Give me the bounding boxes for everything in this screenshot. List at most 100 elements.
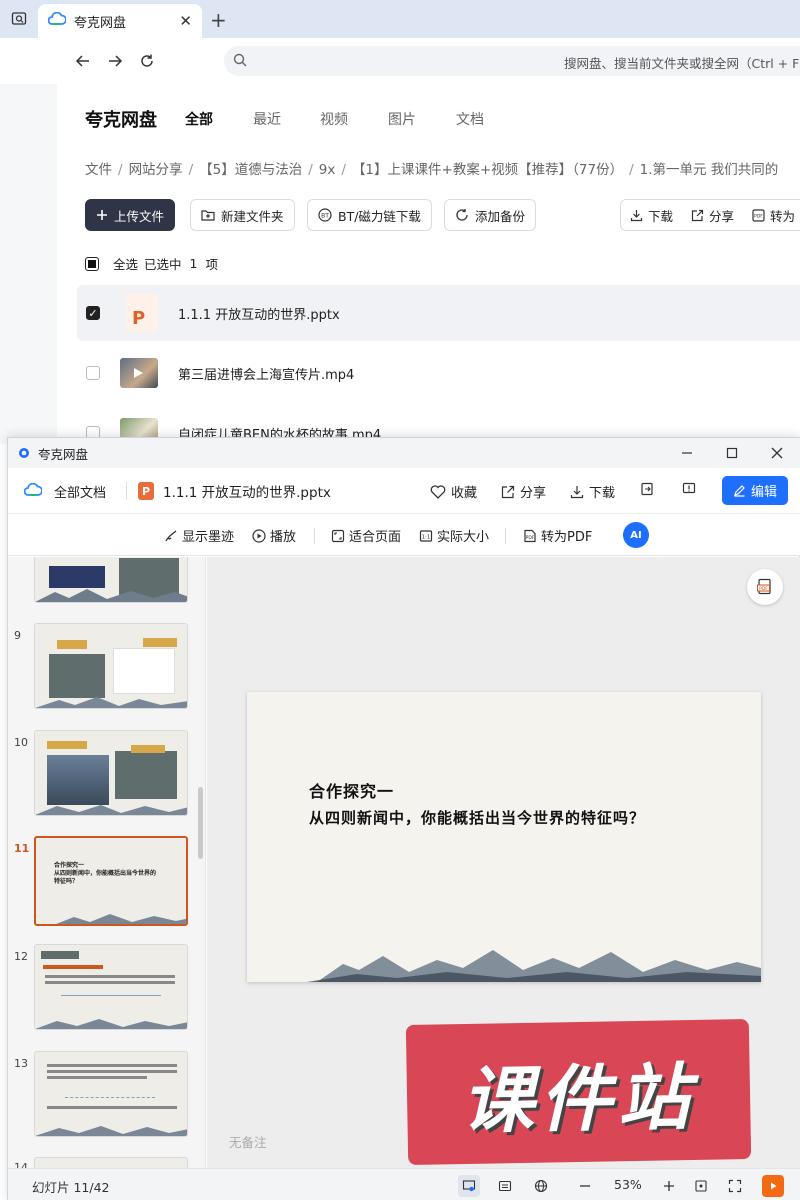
drive-main: 夸克网盘 全部 最近 视频 图片 文档 文件 / 网站分享 / 【5】道德与法治/9x /…: [57, 84, 800, 448]
download-label: 下载: [589, 486, 616, 501]
select-all-label[interactable]: 全选: [113, 254, 138, 273]
actual-size-label: 实际大小: [437, 530, 490, 545]
maximize-icon[interactable]: [721, 442, 743, 464]
svg-text:BT: BT: [321, 213, 329, 220]
download-icon: [570, 485, 584, 499]
add-backup-label: 添加备份: [475, 208, 526, 224]
tab-video[interactable]: 视频: [320, 109, 348, 129]
svg-text:PDF: PDF: [754, 213, 763, 219]
share-button[interactable]: 分享: [501, 482, 546, 501]
share-action[interactable]: 分享: [682, 206, 743, 225]
slide-thumbnail[interactable]: [34, 557, 188, 603]
file-row[interactable]: 第三届进博会上海宣传片.mp4: [77, 345, 800, 401]
slide-thumbnail[interactable]: [34, 730, 188, 816]
convert-pdf-button[interactable]: PDF 转为PDF: [523, 526, 592, 545]
quark-logo-icon: [18, 444, 30, 463]
breadcrumb-item[interactable]: 网站分享: [129, 162, 183, 178]
breadcrumb-item[interactable]: 文件: [85, 162, 112, 178]
add-backup-button[interactable]: 添加备份: [444, 199, 537, 231]
share-label: 分享: [520, 486, 547, 501]
fit-screen-icon[interactable]: [690, 1175, 712, 1197]
play-button[interactable]: 播放: [252, 526, 296, 545]
selected-unit: 项: [205, 257, 218, 272]
sync-icon: [455, 208, 469, 222]
thumb-text: 合作探究一 从四则新闻中，你能概括出当今世界的 特征吗？: [54, 862, 157, 885]
heart-icon: [430, 484, 446, 499]
upload-button[interactable]: 上传文件: [85, 199, 176, 231]
normal-view-icon[interactable]: [458, 1175, 480, 1197]
actual-size-button[interactable]: 1:1 实际大小: [419, 526, 489, 545]
export-icon[interactable]: [640, 482, 654, 496]
actual-size-icon: 1:1: [419, 529, 433, 543]
thumbnail-scrollbar[interactable]: [198, 787, 203, 859]
bt-download-button[interactable]: BT BT/磁力链下载: [307, 199, 432, 231]
header-divider: [126, 482, 127, 500]
slide-thumbnail[interactable]: [34, 944, 188, 1030]
fit-page-button[interactable]: 适合页面: [331, 526, 401, 545]
svg-text:PDF: PDF: [759, 586, 768, 592]
selected-label: 已选中: [144, 257, 182, 272]
notes-view-icon[interactable]: [494, 1175, 516, 1197]
address-search-input[interactable]: 搜网盘、搜当前文件夹或搜全网（Ctrl + F: [224, 46, 800, 76]
forward-arrow-icon[interactable]: [102, 48, 128, 74]
ppt-icon: P: [138, 482, 154, 500]
file-checkbox[interactable]: ✓: [86, 306, 100, 320]
new-folder-button[interactable]: 新建文件夹: [190, 199, 295, 231]
select-all-checkbox[interactable]: [85, 256, 99, 271]
show-ink-button[interactable]: 显示墨迹: [164, 526, 234, 545]
tab-image[interactable]: 图片: [388, 109, 416, 129]
download-button[interactable]: 下载: [570, 482, 615, 501]
play-label: 播放: [270, 530, 297, 545]
slide-number: 13: [14, 1057, 28, 1070]
file-row[interactable]: ✓ P 1.1.1 开放互动的世界.pptx: [77, 285, 800, 341]
download-icon: [630, 209, 643, 222]
tab-recent[interactable]: 最近: [253, 109, 281, 129]
download-label: 下载: [648, 208, 674, 224]
favorite-button[interactable]: 收藏: [430, 482, 477, 501]
file-checkbox[interactable]: [86, 366, 100, 380]
edit-label: 编辑: [750, 485, 777, 500]
slide-number: 9: [14, 629, 21, 642]
fullscreen-icon[interactable]: [724, 1175, 746, 1197]
tab-all[interactable]: 全部: [185, 109, 213, 129]
svg-text:1:1: 1:1: [422, 534, 431, 540]
ai-assistant-icon[interactable]: AI: [623, 522, 649, 548]
close-tab-icon[interactable]: ✕: [179, 12, 192, 30]
feedback-icon[interactable]: [682, 482, 696, 496]
back-arrow-icon[interactable]: [70, 48, 96, 74]
minimize-icon[interactable]: [676, 442, 698, 464]
edit-button[interactable]: 编辑: [722, 476, 788, 505]
zoom-in-icon[interactable]: [658, 1175, 680, 1197]
breadcrumb-item[interactable]: 1.第一单元 我们共同的: [640, 162, 779, 178]
address-placeholder: 搜网盘、搜当前文件夹或搜全网（Ctrl + F: [564, 56, 800, 71]
slide-thumbnail[interactable]: [34, 1051, 188, 1137]
selection-row: 全选 已选中 1 项: [85, 254, 218, 273]
breadcrumb-item[interactable]: 【5】道德与法治: [199, 162, 302, 178]
video-thumbnail: [120, 358, 158, 388]
zoom-out-icon[interactable]: [574, 1175, 596, 1197]
slide-heading: 合作探究一: [309, 782, 395, 801]
download-action[interactable]: 下载: [621, 206, 682, 225]
tab-document[interactable]: 文档: [456, 109, 484, 129]
slideshow-play-icon[interactable]: [762, 1175, 784, 1197]
tab-search-icon[interactable]: [6, 7, 32, 31]
plus-icon: [96, 209, 108, 221]
share-label: 分享: [709, 208, 735, 224]
slide-thumbnail[interactable]: [34, 623, 188, 709]
file-name: 第三届进博会上海宣传片.mp4: [178, 367, 355, 383]
breadcrumb-item[interactable]: 9x: [319, 162, 336, 178]
globe-icon[interactable]: [530, 1175, 552, 1197]
slide-number-current: 11: [14, 842, 30, 855]
slide-thumbnail[interactable]: [34, 1157, 188, 1168]
reload-icon[interactable]: [134, 48, 160, 74]
breadcrumb-item[interactable]: 【1】上课课件+教案+视频【推荐】（77份）: [352, 162, 623, 178]
new-tab-button[interactable]: +: [210, 8, 227, 32]
pdf-export-icon[interactable]: PDF: [747, 569, 783, 605]
close-window-icon[interactable]: [766, 442, 788, 464]
to-pdf-action[interactable]: PDF 转为: [743, 206, 800, 225]
browser-tab[interactable]: 夸克网盘 ✕: [38, 4, 202, 38]
slide-thumbnail-current[interactable]: 合作探究一 从四则新闻中，你能概括出当今世界的 特征吗？: [34, 836, 188, 926]
toolbar-divider: [314, 528, 315, 544]
all-docs-link[interactable]: 全部文档: [23, 482, 106, 501]
slide-counter: 幻灯片 11/42: [32, 1180, 110, 1195]
